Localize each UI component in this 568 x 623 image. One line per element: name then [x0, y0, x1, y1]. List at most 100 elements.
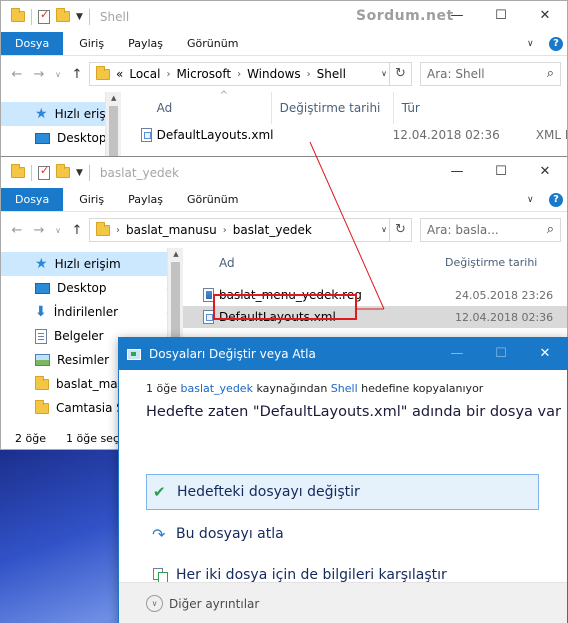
quick-access-toolbar: ▼	[1, 8, 90, 25]
address-dropdown-icon[interactable]: ∨	[381, 219, 387, 241]
chevron-right-icon[interactable]: ›	[223, 225, 227, 236]
new-folder-icon[interactable]	[56, 8, 70, 22]
source-link[interactable]: baslat_yedek	[180, 382, 252, 395]
column-date[interactable]: Değiştirme tarihi	[270, 92, 393, 124]
nav-item-desktop[interactable]: Desktop 📌	[1, 126, 121, 150]
column-name[interactable]: Ad	[183, 256, 333, 270]
close-button[interactable]: ✕	[523, 157, 567, 188]
back-button[interactable]: ←	[7, 223, 27, 238]
up-button[interactable]: ↑	[67, 67, 87, 82]
minimize-button[interactable]: —	[435, 157, 479, 188]
tab-file[interactable]: Dosya	[1, 32, 64, 55]
minimize-button[interactable]: —	[435, 1, 479, 32]
replace-button[interactable]: ✔ Hedefteki dosyayı değiştir	[146, 474, 539, 510]
search-input[interactable]: Ara: Shell ⌕	[420, 62, 561, 86]
properties-icon[interactable]	[38, 8, 50, 24]
file-date: 12.04.2018 02:36	[455, 310, 554, 324]
navigation-pane: ★ Hızlı erişim Desktop 📌 ▲	[1, 92, 122, 159]
desktop-icon	[35, 132, 50, 144]
search-icon: ⌕	[546, 222, 554, 237]
column-date[interactable]: Değiştirme tarihi	[333, 247, 567, 279]
scrollbar-thumb[interactable]	[108, 106, 118, 159]
column-headers: ^ Ad Değiştirme tarihi Tür	[121, 90, 567, 124]
chevron-right-icon[interactable]: ›	[307, 69, 311, 80]
scroll-up-icon[interactable]: ▲	[106, 94, 122, 102]
properties-icon[interactable]	[38, 164, 50, 180]
column-type[interactable]: Tür	[392, 92, 567, 124]
recent-locations-dropdown[interactable]: ∨	[51, 226, 65, 235]
breadcrumb-shell[interactable]: Shell	[317, 67, 346, 81]
breadcrumb-local[interactable]: Local	[129, 67, 160, 81]
nav-item-label: Resimler	[57, 353, 110, 367]
breadcrumb-windows[interactable]: Windows	[247, 67, 301, 81]
new-folder-icon[interactable]	[56, 164, 70, 178]
destination-link[interactable]: Shell	[331, 382, 358, 395]
breadcrumb-baslat-manusu[interactable]: baslat_manusu	[126, 223, 217, 237]
help-button[interactable]: ?	[545, 188, 567, 211]
chevron-right-icon[interactable]: ›	[166, 69, 170, 80]
recent-locations-dropdown[interactable]: ∨	[51, 70, 65, 79]
tab-share[interactable]: Paylaş	[116, 32, 175, 55]
back-button[interactable]: ←	[7, 67, 27, 82]
search-input[interactable]: Ara: basla... ⌕	[420, 218, 561, 242]
maximize-button[interactable]: ☐	[479, 338, 523, 370]
compare-icon	[152, 567, 168, 584]
sort-arrow-icon: ^	[219, 90, 229, 101]
nav-scrollbar[interactable]: ▲	[104, 92, 122, 159]
close-button[interactable]: ✕	[523, 1, 567, 32]
customize-dropdown-icon[interactable]: ▼	[76, 168, 83, 178]
customize-dropdown-icon[interactable]: ▼	[76, 12, 83, 22]
chevron-down-icon: ∨	[146, 595, 163, 612]
nav-item-quick-access[interactable]: ★ Hızlı erişim	[1, 252, 183, 276]
tab-home[interactable]: Giriş	[67, 188, 116, 211]
address-dropdown-icon[interactable]: ∨	[381, 63, 387, 85]
expand-ribbon-icon[interactable]: ∨	[527, 32, 545, 55]
skip-button[interactable]: ↷ Bu dosyayı atla	[146, 516, 539, 552]
window-title: baslat_yedek	[99, 165, 179, 180]
chevron-right-icon[interactable]: ›	[116, 225, 120, 236]
refresh-button[interactable]: ↻	[389, 219, 411, 241]
refresh-button[interactable]: ↻	[389, 63, 411, 85]
item-count: 2 öğe	[15, 431, 46, 445]
search-placeholder: Ara: basla...	[427, 223, 499, 237]
file-date: 12.04.2018 02:36	[392, 128, 500, 142]
star-icon: ★	[35, 256, 48, 272]
breadcrumb-overflow[interactable]: «	[116, 67, 123, 81]
file-row[interactable]: DefaultLayouts.xml 12.04.2018 02:36 XML …	[121, 124, 567, 146]
nav-item-quick-access[interactable]: ★ Hızlı erişim	[1, 102, 121, 126]
skip-icon: ↷	[152, 524, 166, 544]
option-label: Hedefteki dosyayı değiştir	[177, 484, 360, 500]
nav-item-desktop[interactable]: Desktop 📌	[1, 276, 183, 300]
tab-file[interactable]: Dosya	[1, 188, 64, 211]
search-icon: ⌕	[546, 66, 554, 81]
conflict-heading: Hedefte zaten "DefaultLayouts.xml" adınd…	[146, 404, 561, 420]
scroll-up-icon[interactable]: ▲	[168, 250, 184, 258]
folder-icon	[96, 221, 110, 236]
window-controls: — ☐ ✕	[435, 1, 567, 32]
expand-ribbon-icon[interactable]: ∨	[527, 188, 545, 211]
tab-home[interactable]: Giriş	[67, 32, 116, 55]
minimize-button[interactable]: —	[435, 338, 479, 370]
more-details-toggle[interactable]: ∨ Diğer ayrıntılar	[119, 582, 567, 623]
nav-item-downloads[interactable]: ⬇ İndirilenler 📌	[1, 300, 183, 324]
option-label: Her iki dosya için de bilgileri karşılaş…	[176, 567, 447, 583]
tab-share[interactable]: Paylaş	[116, 188, 175, 211]
maximize-button[interactable]: ☐	[479, 157, 523, 188]
close-button[interactable]: ✕	[523, 338, 567, 370]
chevron-right-icon[interactable]: ›	[237, 69, 241, 80]
nav-item-label: Belgeler	[54, 329, 104, 343]
address-bar[interactable]: › baslat_manusu › baslat_yedek ∨ ↻	[89, 218, 412, 242]
column-name[interactable]: Ad	[121, 101, 271, 115]
tab-view[interactable]: Görünüm	[175, 188, 250, 211]
address-bar[interactable]: « Local › Microsoft › Windows › Shell ∨ …	[89, 62, 412, 86]
forward-button[interactable]: →	[29, 223, 49, 238]
breadcrumb-microsoft[interactable]: Microsoft	[176, 67, 231, 81]
tab-view[interactable]: Görünüm	[175, 32, 250, 55]
maximize-button[interactable]: ☐	[479, 1, 523, 32]
forward-button[interactable]: →	[29, 67, 49, 82]
up-button[interactable]: ↑	[67, 223, 87, 238]
ribbon-tabs: Dosya Giriş Paylaş Görünüm ∨ ?	[1, 188, 567, 212]
breadcrumb-baslat-yedek[interactable]: baslat_yedek	[233, 223, 312, 237]
file-date: 24.05.2018 23:26	[455, 288, 554, 302]
help-button[interactable]: ?	[545, 32, 567, 55]
